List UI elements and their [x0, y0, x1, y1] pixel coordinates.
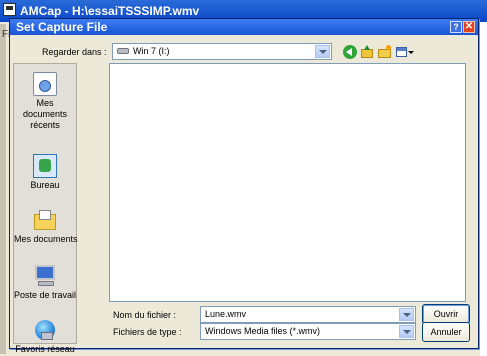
place-label: Favoris réseau	[15, 344, 75, 354]
my-documents-icon	[33, 208, 57, 232]
place-recent-documents[interactable]: Mes documents récents	[14, 72, 76, 131]
help-button[interactable]: ?	[450, 21, 462, 33]
amcap-app-icon	[3, 3, 16, 16]
network-places-icon	[33, 318, 57, 342]
filename-input[interactable]: Lune.wmv	[200, 306, 416, 323]
desktop-icon	[33, 154, 57, 178]
filetype-dropdown[interactable]: Windows Media files (*.wmv)	[200, 323, 416, 340]
amcap-window-title: AMCap - H:\essaiTSSSIMP.wmv	[20, 4, 200, 18]
chevron-down-icon[interactable]	[399, 325, 414, 338]
set-capture-file-dialog: Set Capture File ? ✕ Regarder dans : Win…	[9, 18, 479, 354]
look-in-label: Regarder dans :	[42, 47, 107, 57]
place-my-documents[interactable]: Mes documents	[14, 208, 78, 245]
filename-value: Lune.wmv	[205, 309, 247, 319]
place-label: Mes documents	[14, 234, 78, 244]
my-computer-icon	[33, 264, 57, 288]
dialog-title: Set Capture File	[16, 20, 108, 34]
views-menu-icon[interactable]	[396, 45, 414, 59]
chevron-down-icon[interactable]	[315, 45, 330, 58]
place-network-places[interactable]: Favoris réseau	[14, 318, 76, 355]
place-label: Mes documents récents	[22, 98, 68, 130]
close-button[interactable]: ✕	[463, 21, 475, 33]
chevron-down-icon[interactable]	[399, 308, 414, 321]
dialog-titlebar[interactable]: Set Capture File ? ✕	[10, 19, 478, 35]
drive-icon	[117, 48, 129, 54]
look-in-value: Win 7 (I:)	[133, 46, 170, 56]
filename-label: Nom du fichier :	[113, 310, 177, 320]
file-list[interactable]	[109, 63, 466, 302]
place-label: Bureau	[30, 180, 60, 190]
recent-documents-icon	[33, 72, 57, 96]
amcap-window-frame	[0, 24, 6, 354]
back-icon[interactable]	[343, 45, 357, 59]
open-button[interactable]: Ouvrir	[422, 304, 470, 324]
up-folder-icon[interactable]	[360, 45, 374, 59]
place-label: Poste de travail	[14, 290, 77, 300]
new-folder-icon[interactable]	[378, 45, 392, 59]
place-my-computer[interactable]: Poste de travail	[14, 264, 76, 301]
place-desktop[interactable]: Bureau	[14, 154, 76, 191]
look-in-dropdown[interactable]: Win 7 (I:)	[112, 43, 332, 60]
filetype-value: Windows Media files (*.wmv)	[205, 326, 321, 336]
filetype-label: Fichiers de type :	[113, 327, 182, 337]
places-bar: Mes documents récents Bureau Mes documen…	[13, 63, 78, 354]
amcap-window-edge	[480, 22, 487, 356]
cancel-button[interactable]: Annuler	[422, 322, 470, 342]
